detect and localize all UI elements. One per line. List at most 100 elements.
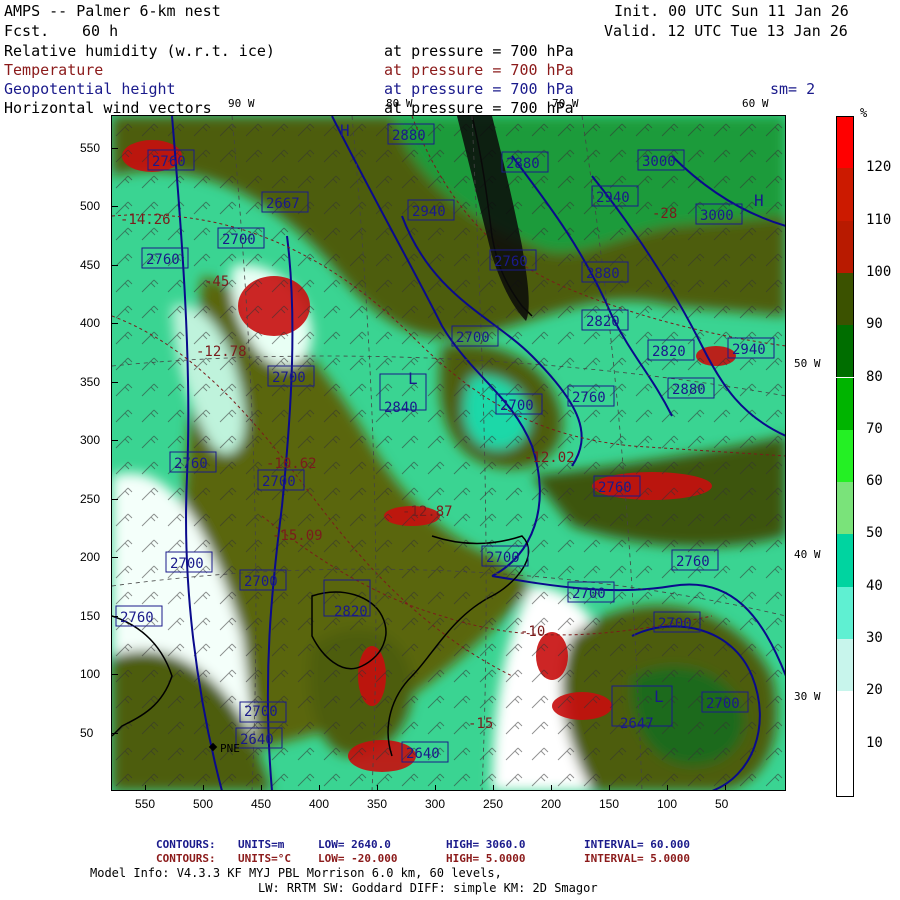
colorbar-unit: % [860, 106, 868, 120]
longitude-label: 40 W [794, 548, 821, 561]
x-tick-label: 100 [657, 797, 678, 811]
footer-model-info-2: LW: RRTM SW: Goddard DIFF: simple KM: 2D… [258, 881, 598, 895]
y-tick-label: 500 [80, 199, 101, 213]
y-tick-label: 150 [80, 609, 101, 623]
x-tick-label: 500 [193, 797, 214, 811]
y-tick-label: 200 [80, 550, 101, 564]
x-tick-mark [261, 785, 262, 791]
y-tick-mark [112, 206, 118, 207]
x-tick-mark [319, 785, 320, 791]
colorbar-segment [836, 377, 854, 430]
field-temp-name: Temperature [4, 61, 104, 79]
colorbar-tick-label: 30 [866, 630, 883, 646]
x-tick-label: 550 [135, 797, 156, 811]
footer-high-1: HIGH= 3060.0 [446, 838, 526, 851]
map-frame [111, 115, 786, 791]
forecast-hours: 60 h [82, 22, 119, 40]
y-tick-label: 400 [80, 316, 101, 330]
y-tick-mark [112, 616, 118, 617]
x-tick-mark [725, 785, 726, 791]
footer-model-info: Model Info: V4.3.3 KF MYJ PBL Morrison 6… [90, 866, 502, 880]
footer-units-2: UNITS=°C [238, 852, 291, 865]
longitude-label: 50 W [794, 357, 821, 370]
init-time: Init. 00 UTC Sun 11 Jan 26 [614, 2, 849, 20]
x-tick-mark [609, 785, 610, 791]
longitude-label: 30 W [794, 690, 821, 703]
y-tick-mark [112, 382, 118, 383]
colorbar-tick-label: 110 [866, 211, 892, 228]
footer-high-2: HIGH= 5.0000 [446, 852, 526, 865]
colorbar-segment [836, 116, 854, 170]
x-tick-mark [145, 785, 146, 791]
footer-low-2: LOW= -20.000 [318, 852, 398, 865]
x-tick-label: 450 [251, 797, 272, 811]
x-tick-label: 300 [425, 797, 446, 811]
x-tick-mark [203, 785, 204, 791]
y-tick-label: 50 [80, 726, 94, 740]
footer-interval-2: INTERVAL= 5.0000 [584, 852, 690, 865]
longitude-label: 80 W [386, 97, 413, 110]
colorbar-tick-label: 80 [866, 368, 883, 385]
x-tick-label: 350 [367, 797, 388, 811]
y-tick-label: 100 [80, 667, 101, 681]
x-tick-label: 400 [309, 797, 330, 811]
x-tick-label: 250 [483, 797, 504, 811]
smoothing-label: sm= 2 [770, 80, 816, 98]
x-tick-mark [667, 785, 668, 791]
colorbar-segment [836, 220, 854, 273]
longitude-label: 90 W [228, 97, 255, 110]
valid-time: Valid. 12 UTC Tue 13 Jan 26 [604, 22, 848, 40]
footer-contours-label-2: CONTOURS: [156, 852, 216, 865]
y-tick-mark [112, 440, 118, 441]
y-tick-mark [112, 148, 118, 149]
y-tick-label: 350 [80, 375, 101, 389]
colorbar-tick-label: 70 [866, 420, 883, 437]
x-tick-mark [435, 785, 436, 791]
field-rh-name: Relative humidity (w.r.t. ice) [4, 42, 275, 60]
colorbar-tick-label: 100 [866, 263, 892, 280]
x-tick-mark [551, 785, 552, 791]
x-tick-label: 50 [715, 797, 729, 811]
y-tick-mark [112, 557, 118, 558]
x-tick-label: 200 [541, 797, 562, 811]
y-tick-mark [112, 499, 118, 500]
longitude-label: 70 W [552, 97, 579, 110]
x-tick-mark [493, 785, 494, 791]
y-tick-mark [112, 733, 118, 734]
y-tick-label: 300 [80, 433, 101, 447]
y-tick-label: 250 [80, 492, 101, 506]
y-tick-mark [112, 323, 118, 324]
colorbar-segment [836, 168, 854, 221]
footer-low-1: LOW= 2640.0 [318, 838, 391, 851]
footer-contours-label-1: CONTOURS: [156, 838, 216, 851]
colorbar-tick-label: 40 [866, 577, 883, 594]
y-tick-label: 550 [80, 141, 101, 155]
colorbar-segment [836, 429, 854, 483]
colorbar-segment [836, 743, 854, 797]
x-tick-label: 150 [599, 797, 620, 811]
field-height-level: at pressure = 700 hPa [384, 80, 574, 98]
colorbar-segment [836, 691, 854, 744]
colorbar-tick-label: 90 [866, 316, 883, 333]
colorbar-tick-label: 20 [866, 682, 883, 699]
colorbar-segment [836, 586, 854, 639]
x-tick-mark [377, 785, 378, 791]
footer-units-1: UNITS=m [238, 838, 285, 851]
colorbar-tick-label: 120 [866, 159, 892, 176]
colorbar-segment [836, 482, 854, 535]
colorbar-tick-label: 10 [866, 734, 883, 751]
field-rh-level: at pressure = 700 hPa [384, 42, 574, 60]
field-height-name: Geopotential height [4, 80, 176, 98]
y-tick-mark [112, 674, 118, 675]
longitude-label: 60 W [742, 97, 769, 110]
colorbar-tick-label: 50 [866, 525, 883, 542]
colorbar-segment [836, 325, 854, 378]
colorbar-tick-label: 60 [866, 473, 883, 490]
y-tick-mark [112, 265, 118, 266]
footer-interval-1: INTERVAL= 60.000 [584, 838, 690, 851]
y-tick-label: 450 [80, 258, 101, 272]
model-title: AMPS -- Palmer 6-km nest [4, 2, 221, 20]
forecast-label: Fcst. [4, 22, 50, 40]
colorbar-segment [836, 639, 854, 692]
colorbar-segment [836, 534, 854, 587]
